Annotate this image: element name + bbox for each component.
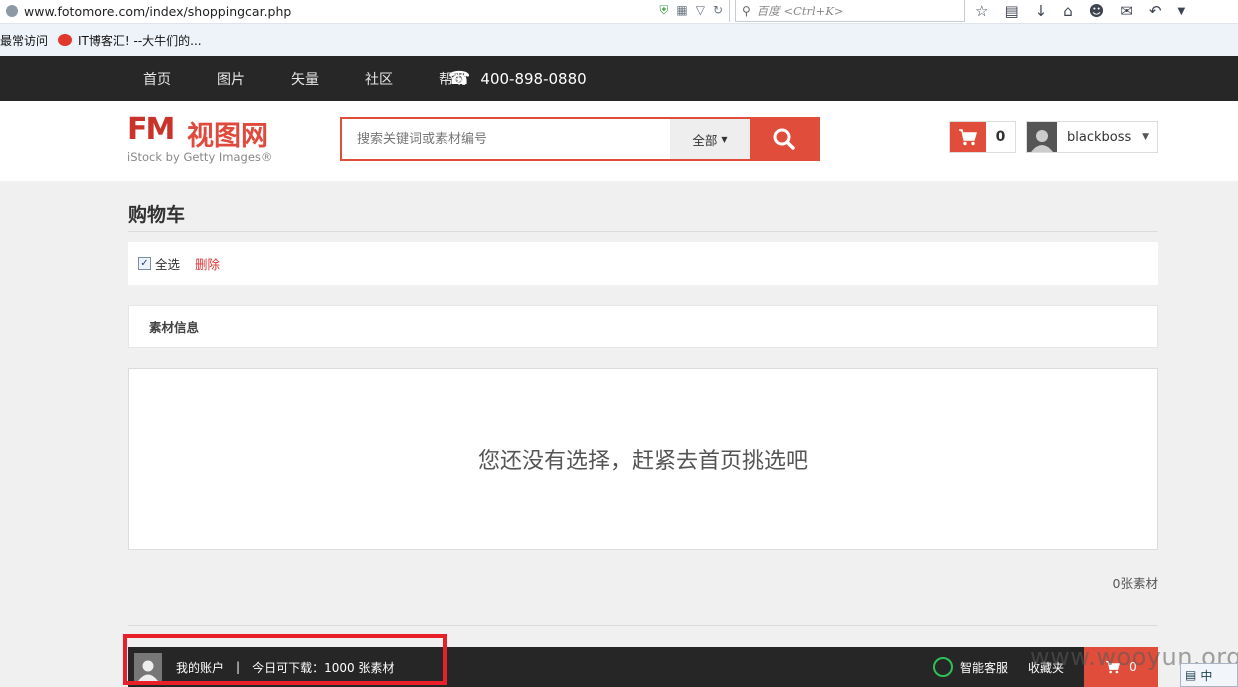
address-bar[interactable]: www.fotomore.com/index/shoppingcar.php ⛨… [0,0,730,22]
scope-label: 全部 [692,132,718,148]
phone-icon: ☎ [448,68,471,89]
divider [128,625,1158,626]
site-search: 全部 ▼ [340,117,820,161]
user-menu[interactable]: blackboss ▼ [1026,121,1158,153]
search-scope-dropdown[interactable]: 全部 ▼ [670,119,750,159]
divider [128,231,1158,232]
shield-icon[interactable]: ⛨ [659,3,668,18]
dropdown-arrow-icon[interactable]: ▽ [696,3,705,18]
back-icon[interactable]: ↶ [1149,2,1162,20]
logo-chinese: 视图网 [187,121,268,152]
customer-service-link[interactable]: 智能客服 [960,659,1008,676]
download-icon[interactable]: ↓ [1035,2,1048,20]
address-text[interactable]: www.fotomore.com/index/shoppingcar.php [24,4,291,19]
caret-down-icon: ▼ [1142,132,1149,142]
qr-code-icon[interactable]: ▦ [676,3,687,18]
search-button[interactable] [750,119,818,159]
browser-search-field[interactable]: ⚲ 百度 <Ctrl+K> [735,0,965,22]
weibo-icon [58,34,73,46]
home-icon[interactable]: ⌂ [1063,2,1073,20]
bookmark-most-visited[interactable]: 最常访问 [0,32,48,49]
select-bar: ✓ 全选 删除 [128,242,1158,285]
star-icon[interactable]: ☆ [975,2,988,20]
browser-tools: ☆ ▤ ↓ ⌂ ☻ ✉ ↶ ▼ [975,0,1185,22]
annotation-highlight-box [123,634,447,685]
site-top-nav: 首页 图片 矢量 社区 帮助 ☎ 400-898-0880 [0,56,1238,101]
browser-toolbar: www.fotomore.com/index/shoppingcar.php ⛨… [0,0,1238,24]
nav-community[interactable]: 社区 [365,69,393,89]
bookmark-it-blog[interactable]: IT博客汇! --大牛们的... [78,32,202,49]
browser-search-placeholder: 百度 <Ctrl+K> [756,3,844,18]
customer-service-icon[interactable] [932,657,953,677]
select-all-checkbox[interactable]: ✓ [138,257,151,270]
reload-icon[interactable]: ↻ [713,3,723,18]
page-title: 购物车 [128,204,186,226]
nav-images[interactable]: 图片 [217,69,245,89]
nav-vectors[interactable]: 矢量 [291,69,319,89]
caret-down-icon: ▼ [721,134,728,144]
clipboard-icon[interactable]: ▤ [1004,2,1018,20]
header-cart[interactable]: 0 [949,121,1016,153]
search-icon: ⚲ [742,3,751,18]
cart-count: 0 [995,129,1006,145]
material-info-header: 素材信息 [128,305,1158,348]
nav-home[interactable]: 首页 [143,69,171,89]
cart-icon [950,122,986,152]
main-nav: 首页 图片 矢量 社区 帮助 [128,56,498,101]
ime-indicator[interactable]: ▤ 中 [1180,663,1238,687]
empty-cart-message: 您还没有选择，赶紧去首页挑选吧 [477,449,808,474]
bookmarks-bar: 最常访问 IT博客汇! --大牛们的... [0,24,1238,56]
chat-icon[interactable]: ✉ [1120,2,1133,20]
avatar [1027,122,1057,152]
smiley-icon[interactable]: ☻ [1089,2,1105,20]
empty-cart-panel: 您还没有选择，赶紧去首页挑选吧 [128,368,1158,550]
hotline-number: 400-898-0880 [480,69,587,88]
username: blackboss [1067,129,1132,145]
ime-icon: ▤ [1185,668,1197,682]
hotline: ☎ 400-898-0880 [448,56,587,101]
logo-mark: FM [127,112,175,147]
site-logo[interactable]: FM 视图网 iStock by Getty Images® [127,112,277,166]
ime-label: 中 [1200,668,1213,683]
logo-subtitle: iStock by Getty Images® [127,150,273,164]
select-all-label[interactable]: 全选 [155,254,180,273]
globe-icon [6,5,18,17]
search-input[interactable] [342,119,670,159]
cart-total: 0张素材 [1112,576,1158,591]
search-icon [773,128,795,150]
site-header: FM 视图网 iStock by Getty Images® 全部 ▼ 0 [0,101,1238,181]
menu-dropdown-icon[interactable]: ▼ [1178,6,1186,17]
delete-link[interactable]: 删除 [195,254,220,273]
